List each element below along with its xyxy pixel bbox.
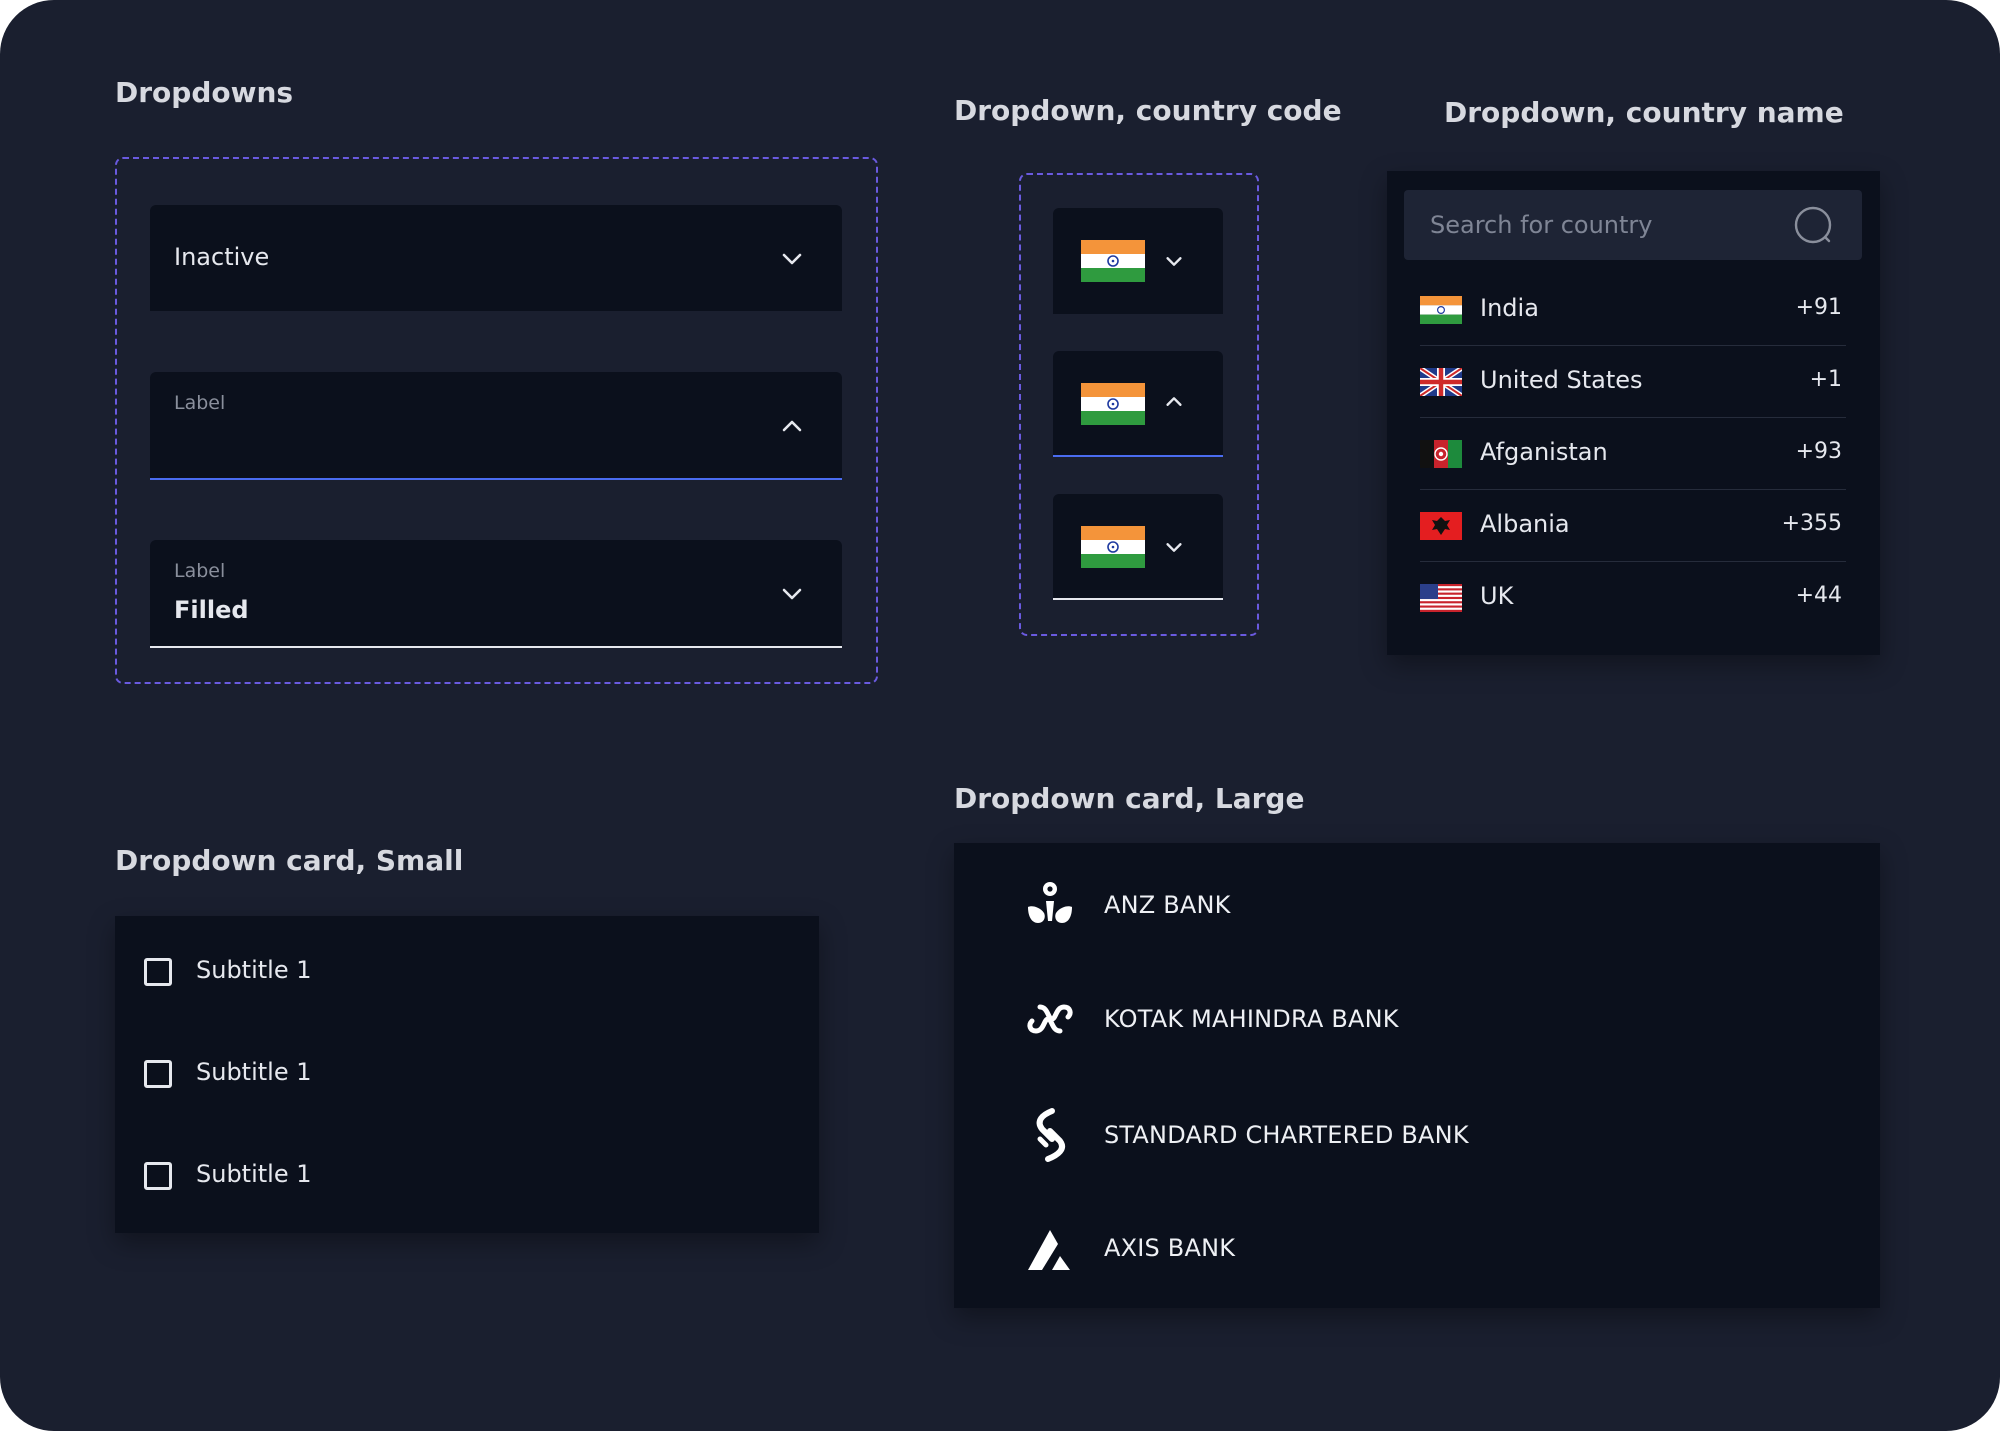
chevron-down-icon	[1163, 250, 1187, 274]
india-flag	[1420, 296, 1462, 324]
country-code-dropdown-active[interactable]	[1053, 351, 1223, 457]
us-flag	[1420, 584, 1462, 612]
option-label: Subtitle 1	[196, 1058, 312, 1086]
country-name: Albania	[1480, 510, 1570, 538]
country-name: United States	[1480, 366, 1643, 394]
country-dial-code: +93	[1795, 439, 1842, 464]
search-placeholder: Search for country	[1430, 211, 1653, 239]
dropdown-value: Filled	[174, 596, 249, 624]
active-underline	[150, 478, 842, 480]
dropdown-filled[interactable]: Label Filled	[150, 540, 842, 648]
chevron-down-icon	[780, 582, 804, 606]
country-search-input[interactable]: Search for country	[1404, 190, 1862, 260]
country-option[interactable]: Albania +355	[1420, 490, 1846, 562]
dropdown-active[interactable]: Label	[150, 372, 842, 480]
dropdowns-heading: Dropdowns	[115, 76, 294, 109]
uk-flag	[1420, 368, 1462, 396]
dropdown-inactive[interactable]: Inactive	[150, 205, 842, 311]
kotak-logo-icon	[1027, 1004, 1073, 1034]
active-underline	[1053, 455, 1223, 457]
dropdown-label: Label	[174, 392, 226, 414]
standard-chartered-logo-icon	[1036, 1108, 1066, 1162]
country-option[interactable]: India +91	[1420, 274, 1846, 346]
search-icon[interactable]	[1793, 205, 1833, 245]
card-small-heading: Dropdown card, Small	[115, 844, 464, 877]
albania-flag	[1420, 512, 1462, 540]
country-dial-code: +44	[1795, 583, 1842, 608]
bank-name: AXIS BANK	[1104, 1234, 1236, 1262]
country-dial-code: +1	[1809, 367, 1842, 392]
dropdown-value: Inactive	[174, 243, 270, 271]
country-code-heading: Dropdown, country code	[954, 94, 1342, 127]
country-name: Afganistan	[1480, 438, 1608, 466]
india-flag	[1081, 240, 1145, 282]
option-label: Subtitle 1	[196, 956, 312, 984]
checkbox[interactable]	[144, 958, 172, 986]
bank-name: ANZ BANK	[1104, 891, 1231, 919]
filled-underline	[1053, 598, 1223, 600]
country-dial-code: +355	[1781, 511, 1842, 536]
axis-logo-icon	[1028, 1230, 1070, 1270]
country-name: UK	[1480, 582, 1514, 610]
chevron-up-icon	[780, 414, 804, 438]
country-dial-code: +91	[1795, 295, 1842, 320]
country-option[interactable]: UK +44	[1420, 562, 1846, 634]
country-option[interactable]: Afganistan +93	[1420, 418, 1846, 490]
checkbox[interactable]	[144, 1162, 172, 1190]
dropdown-label: Label	[174, 560, 226, 582]
afghanistan-flag	[1420, 440, 1462, 468]
checkbox[interactable]	[144, 1060, 172, 1088]
country-name: India	[1480, 294, 1539, 322]
card-large-heading: Dropdown card, Large	[954, 782, 1305, 815]
bank-name: STANDARD CHARTERED BANK	[1104, 1121, 1469, 1149]
anz-logo-icon	[1028, 882, 1072, 923]
country-code-dropdown-filled[interactable]	[1053, 494, 1223, 600]
india-flag	[1081, 383, 1145, 425]
india-flag	[1081, 526, 1145, 568]
bank-name: KOTAK MAHINDRA BANK	[1104, 1005, 1399, 1033]
chevron-down-icon	[1163, 536, 1187, 560]
country-name-heading: Dropdown, country name	[1444, 96, 1844, 129]
country-code-dropdown-inactive[interactable]	[1053, 208, 1223, 314]
chevron-down-icon	[780, 247, 804, 271]
filled-underline	[150, 646, 842, 648]
country-option[interactable]: United States +1	[1420, 346, 1846, 418]
option-label: Subtitle 1	[196, 1160, 312, 1188]
chevron-up-icon	[1163, 391, 1187, 415]
dropdown-card-large	[954, 843, 1880, 1308]
component-sheet: Dropdowns Inactive Label Label Filled Dr…	[0, 0, 2000, 1431]
